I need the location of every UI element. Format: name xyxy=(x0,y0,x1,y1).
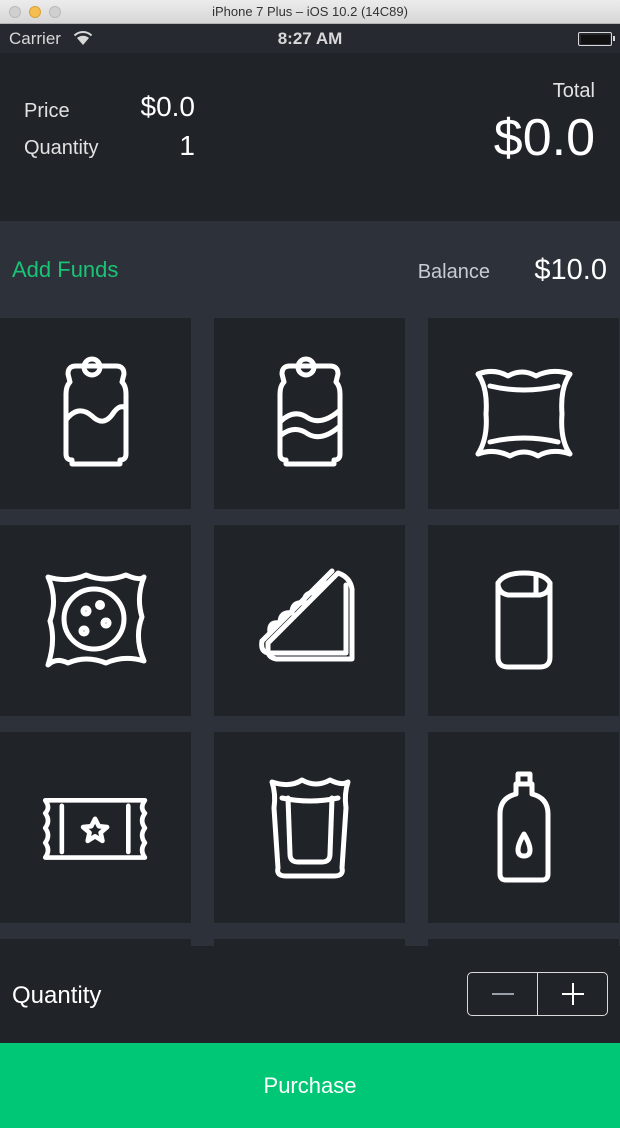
status-bar: Carrier 8:27 AM xyxy=(0,24,620,53)
product-tile[interactable] xyxy=(428,939,619,946)
minus-icon xyxy=(491,993,514,995)
quantity-stepper-label: Quantity xyxy=(12,982,102,1009)
juice-carton-icon xyxy=(495,570,552,669)
chips-bag-icon xyxy=(269,777,350,878)
water-bottle-icon xyxy=(497,771,550,882)
product-tile[interactable] xyxy=(214,525,405,716)
price-label: Price xyxy=(24,100,70,122)
product-grid xyxy=(0,318,620,946)
quantity-bar: Quantity xyxy=(0,946,620,1043)
sandwich-icon xyxy=(258,568,354,661)
total-label: Total xyxy=(552,80,595,102)
plus-icon xyxy=(561,983,584,1005)
cookie-pack-icon xyxy=(45,572,146,667)
soda-can-wave-icon xyxy=(277,356,342,466)
window-title: iPhone 7 Plus – iOS 10.2 (14C89) xyxy=(212,4,408,19)
decrement-button[interactable] xyxy=(468,973,538,1015)
simulator-title-bar: iPhone 7 Plus – iOS 10.2 (14C89) xyxy=(0,0,620,24)
soda-can-icon xyxy=(63,356,128,466)
product-tile[interactable] xyxy=(428,318,619,509)
purchase-button[interactable]: Purchase xyxy=(0,1043,620,1128)
battery-icon xyxy=(578,32,615,46)
add-funds-button[interactable]: Add Funds xyxy=(12,257,118,283)
quantity-stepper xyxy=(467,972,608,1016)
product-tile[interactable] xyxy=(0,939,191,946)
balance-value: $10.0 xyxy=(534,254,607,286)
product-tile[interactable] xyxy=(214,732,405,923)
total-value: $0.0 xyxy=(493,109,595,167)
status-time: 8:27 AM xyxy=(277,29,343,48)
product-tile[interactable] xyxy=(0,732,191,923)
balance-bar: Add Funds Balance $10.0 xyxy=(0,221,620,318)
product-tile[interactable] xyxy=(0,318,191,509)
increment-button[interactable] xyxy=(538,973,607,1015)
balance-label: Balance xyxy=(417,261,490,283)
product-tile[interactable] xyxy=(214,939,405,946)
product-tile[interactable] xyxy=(0,525,191,716)
quantity-value: 1 xyxy=(179,130,195,161)
order-summary: Price $0.0 Quantity 1 Total $0.0 xyxy=(0,53,620,221)
product-tile[interactable] xyxy=(428,525,619,716)
quantity-label: Quantity xyxy=(24,137,99,159)
product-tile[interactable] xyxy=(428,732,619,923)
price-value: $0.0 xyxy=(140,91,196,122)
product-tile[interactable] xyxy=(214,318,405,509)
candy-bar-icon xyxy=(42,797,147,860)
snack-bag-icon xyxy=(475,368,572,458)
